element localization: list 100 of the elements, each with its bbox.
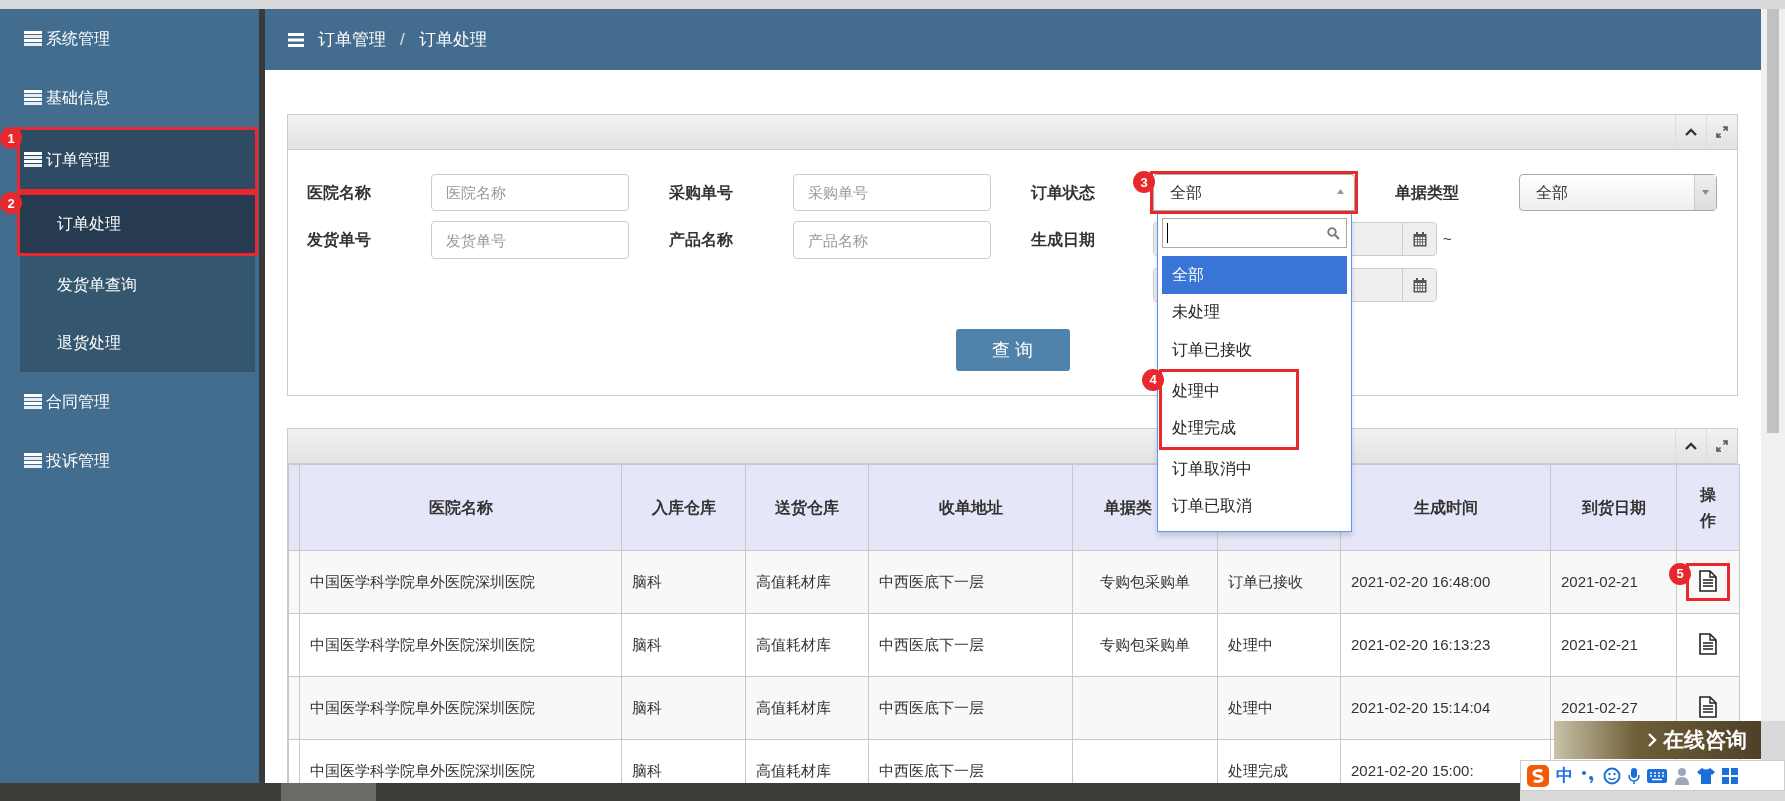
search-field[interactable] [1162,218,1347,248]
sidebar-item[interactable]: 投诉管理 [0,431,259,490]
table-cell: 脑科 [632,572,662,590]
column-header: 单据类 [1104,498,1152,516]
table-cell: 脑科 [632,635,662,653]
table-cell: 高值耗材库 [756,572,831,590]
table-cell: 高值耗材库 [756,635,831,653]
chevron-right-icon [1647,733,1657,747]
field-label: 单据类型 [1395,182,1459,203]
table-cell: 中国医学科学院阜外医院深圳医院 [310,698,535,716]
horizontal-scrollbar[interactable] [0,783,1520,801]
field-label: 产品名称 [669,230,733,250]
microphone-icon[interactable] [1628,766,1640,785]
dropdown-select[interactable]: 全部 [1153,174,1355,211]
table-cell: 2021-02-20 16:13:23 [1351,635,1491,653]
table-cell: 2021-02-20 15:14:04 [1351,698,1491,716]
ime-logo-icon[interactable] [1527,764,1549,787]
list-icon [24,394,42,409]
step-number-badge: 4 [1142,368,1164,391]
sidebar-item[interactable]: 基础信息 [0,68,259,127]
text-field[interactable]: 产品名称 [793,221,991,259]
table-cell: 订单已接收 [1228,572,1303,590]
submenu-item[interactable]: 发货单查询 [20,256,255,314]
breadcrumb-item[interactable]: 订单管理 [318,26,386,53]
list-icon [24,152,42,167]
step-number-badge: 2 [0,192,22,214]
table-cell: 中西医底下一层 [879,572,984,590]
scrollbar[interactable] [1761,9,1785,721]
table-cell: 专购包采购单 [1100,635,1190,653]
breadcrumb-separator: / [400,28,405,51]
table-cell: 脑科 [632,761,662,779]
column-header: 收单地址 [938,498,1003,516]
column-header: 生成时间 [1413,498,1478,516]
sidebar-item[interactable]: 系统管理 [0,9,259,68]
table-cell: 处理中 [1228,635,1273,653]
table-cell: 中国医学科学院阜外医院深圳医院 [310,635,535,653]
keyboard-icon[interactable] [1647,768,1667,783]
table-cell: 专购包采购单 [1100,572,1190,590]
dropdown-option[interactable]: 全部 [1162,256,1347,294]
field-label: 医院名称 [307,182,371,203]
smiley-icon[interactable] [1603,766,1621,785]
document-icon [1699,569,1717,592]
dropdown-option[interactable]: 订单已接收 [1162,331,1347,369]
sidebar-item[interactable]: 订单管理 [20,130,255,189]
table-cell: 处理中 [1228,698,1273,716]
scrollbar-thumb[interactable] [1767,9,1779,433]
table-cell: 中西医底下一层 [879,761,984,779]
dropdown-option[interactable]: 订单取消中 [1162,449,1347,488]
dropdown-select[interactable]: 全部 [1519,174,1717,211]
list-icon [24,453,42,468]
list-icon [24,31,42,46]
column-header: 操作 [1700,484,1716,531]
field-label: 采购单号 [669,182,733,203]
range-separator: ~ [1443,228,1452,249]
list-icon [24,90,42,105]
table-cell: 2021-02-27 [1561,698,1638,716]
chevron-up-icon [1685,442,1697,450]
text-cursor [1167,223,1168,243]
text-field[interactable]: 采购单号 [793,174,991,211]
submenu-item[interactable]: 订单处理 [20,195,255,253]
submenu-item[interactable]: 退货处理 [20,314,255,372]
query-button[interactable]: 查 询 [955,329,1070,371]
text-field[interactable]: 发货单号 [431,221,629,259]
chevron-up-icon [1685,128,1697,136]
table-cell: 处理完成 [1228,761,1288,779]
table-cell: 2021-02-20 15:00: [1351,761,1474,779]
column-header: 到货日期 [1581,498,1646,516]
table-cell: 高值耗材库 [756,761,831,779]
dropdown-option[interactable]: 处理完成 [1162,409,1296,447]
punctuation-icon[interactable] [1580,768,1596,783]
column-header: 医院名称 [428,498,493,516]
breadcrumb-item: 订单处理 [418,28,487,51]
expand-arrows-icon [1716,440,1728,452]
online-consult-button[interactable]: 在线咨询 [1554,721,1761,759]
dropdown-option[interactable]: 处理中 [1162,371,1296,410]
step-number-badge: 1 [0,127,22,149]
grid-icon[interactable] [1722,767,1738,784]
table-cell: 脑科 [632,698,662,716]
menu-icon[interactable] [288,32,304,47]
document-icon [1699,695,1717,718]
calendar-icon [1412,231,1427,247]
input-mode-toggle[interactable]: 中 [1556,762,1573,789]
calendar-icon [1412,277,1427,293]
table-cell: 中国医学科学院阜外医院深圳医院 [310,572,535,590]
dropdown-option[interactable]: 订单已取消 [1162,487,1347,526]
scrollbar-thumb[interactable] [281,783,376,801]
dropdown-option[interactable]: 未处理 [1162,293,1347,332]
field-label: 订单状态 [1031,182,1095,203]
table-cell: 中西医底下一层 [879,635,984,653]
field-label: 生成日期 [1031,230,1095,250]
shirt-icon[interactable] [1697,767,1715,784]
table-cell: 2021-02-21 [1561,572,1638,590]
sidebar-item[interactable]: 合同管理 [0,372,259,431]
step-number-badge: 5 [1669,562,1691,585]
triangle-down-icon [1702,190,1709,195]
step-number-badge: 3 [1133,171,1155,193]
text-field[interactable]: 医院名称 [431,174,629,211]
document-icon [1699,632,1717,655]
column-header: 送货仓库 [775,498,839,516]
table-cell: 高值耗材库 [756,698,831,716]
